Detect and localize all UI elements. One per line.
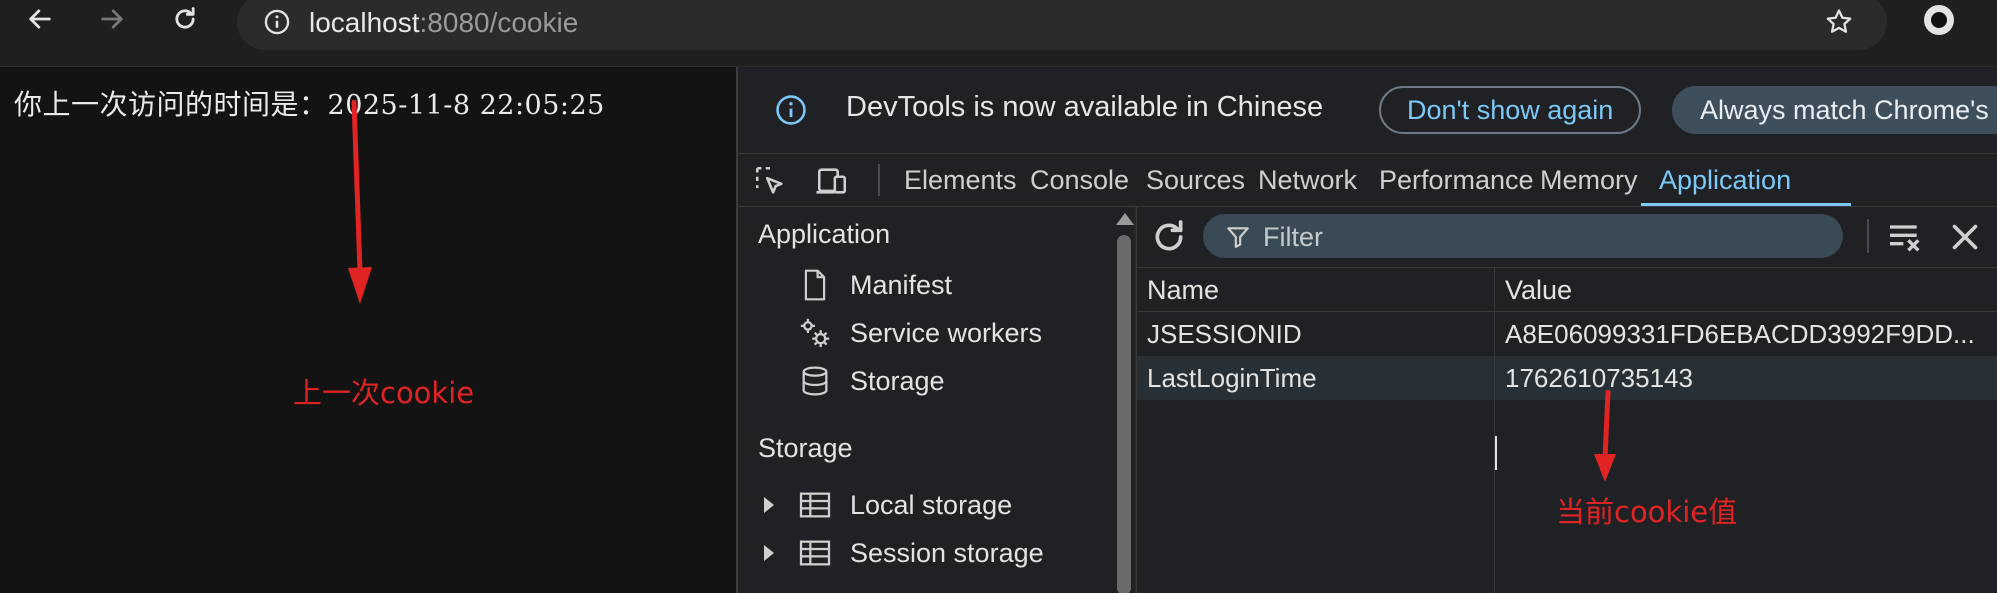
arrow-left-icon — [29, 9, 51, 29]
application-sidebar: Application Manifest Service workers Sto… — [738, 207, 1114, 593]
sidebar-item-label: Service workers — [850, 317, 1043, 348]
language-infobar: DevTools is now available in Chinese Don… — [738, 67, 1997, 154]
column-divider[interactable] — [1494, 268, 1495, 593]
infobar-message: DevTools is now available in Chinese — [846, 91, 1324, 123]
cell-value: 1762610735143 — [1505, 363, 1693, 393]
tab-network[interactable]: Network — [1258, 154, 1357, 206]
cell-value: A8E06099331FD6EBACDD3992F9DD... — [1505, 319, 1975, 349]
sidebar-item-label: Local storage — [850, 489, 1013, 520]
table-row[interactable]: JSESSIONID A8E06099331FD6EBACDD3992F9DD.… — [1137, 312, 1997, 356]
column-header-name[interactable]: Name — [1137, 268, 1494, 312]
profile-button[interactable] — [1921, 2, 1957, 38]
filter-box[interactable] — [1203, 214, 1843, 258]
address-bar[interactable]: localhost:8080/cookie — [237, 0, 1887, 50]
sidebar-item-storage[interactable]: Storage — [798, 361, 945, 401]
cookies-toolbar — [1137, 207, 1997, 268]
tab-application[interactable]: Application — [1640, 154, 1852, 206]
refresh-icon[interactable] — [1149, 217, 1189, 257]
toolbar-separator — [1867, 219, 1869, 253]
sidebar-item-manifest[interactable]: Manifest — [798, 265, 952, 305]
last-visit-label: 你上一次访问的时间是： — [14, 88, 328, 121]
browser-toolbar: localhost:8080/cookie — [0, 0, 1997, 67]
reload-icon — [175, 7, 195, 29]
back-button[interactable] — [18, 0, 62, 38]
toolbar-separator — [878, 164, 880, 196]
document-icon — [798, 268, 832, 302]
tab-elements[interactable]: Elements — [904, 154, 1017, 206]
arrow-right-icon — [101, 9, 123, 29]
tab-memory[interactable]: Memory — [1540, 154, 1638, 206]
forward-button[interactable] — [90, 0, 134, 38]
profile-icon — [1924, 5, 1954, 35]
filter-input[interactable] — [1261, 218, 1825, 256]
text-cursor — [1495, 436, 1497, 470]
inspect-element-icon[interactable] — [752, 164, 788, 198]
scroll-thumb[interactable] — [1117, 235, 1131, 593]
table-row[interactable]: LastLoginTime 1762610735143 — [1137, 356, 1997, 400]
tab-sources[interactable]: Sources — [1146, 154, 1245, 206]
always-match-button[interactable]: Always match Chrome's — [1672, 86, 1997, 134]
scroll-up-arrow[interactable] — [1116, 213, 1134, 225]
devtools-panel: DevTools is now available in Chinese Don… — [736, 67, 1997, 593]
cookies-panel: Name Value JSESSIONID A8E06099331FD6EBAC… — [1136, 207, 1997, 593]
database-icon — [798, 364, 832, 398]
cell-name: JSESSIONID — [1147, 319, 1302, 349]
table-icon — [798, 488, 832, 522]
sidebar-item-session-storage[interactable]: Session storage — [764, 533, 1044, 573]
sidebar-item-local-storage[interactable]: Local storage — [764, 485, 1013, 525]
annotation-arrow-current — [1594, 390, 1616, 482]
tab-performance[interactable]: Performance — [1379, 154, 1534, 206]
bookmark-star-button[interactable] — [1819, 2, 1859, 42]
expand-triangle-icon[interactable] — [764, 545, 774, 561]
annotation-current-cookie-value: 当前cookie值 — [1556, 495, 1738, 529]
devtools-tabbar: Elements Console Sources Network Perform… — [738, 154, 1997, 207]
clear-all-cookies-icon[interactable] — [1885, 217, 1925, 257]
last-visit-text: 你上一次访问的时间是：2025-11-8 22:05:25 — [14, 83, 605, 123]
sidebar-header-application: Application — [758, 219, 891, 249]
sidebar-item-label: Storage — [850, 365, 945, 396]
sidebar-scrollbar[interactable] — [1114, 207, 1134, 593]
url-text[interactable]: localhost:8080/cookie — [309, 5, 578, 41]
filter-funnel-icon — [1227, 227, 1249, 248]
column-header-value[interactable]: Value — [1495, 268, 1997, 312]
tab-console[interactable]: Console — [1030, 154, 1129, 206]
sidebar-item-label: Manifest — [850, 269, 953, 300]
annotation-previous-cookie: 上一次cookie — [293, 376, 475, 410]
close-icon[interactable] — [1947, 219, 1983, 255]
cell-name: LastLoginTime — [1147, 363, 1317, 393]
cookies-table: Name Value JSESSIONID A8E06099331FD6EBAC… — [1137, 268, 1997, 593]
info-icon — [264, 9, 290, 35]
device-toolbar-icon[interactable] — [814, 164, 850, 198]
info-icon — [776, 95, 806, 125]
annotation-arrow-previous — [348, 100, 372, 304]
sidebar-item-label: Session storage — [850, 537, 1044, 568]
table-icon — [798, 536, 832, 570]
sidebar-header-storage: Storage — [758, 433, 853, 463]
star-icon — [1826, 9, 1852, 33]
site-info-button[interactable] — [255, 0, 299, 44]
reload-button[interactable] — [163, 0, 207, 38]
dont-show-again-button[interactable]: Don't show again — [1379, 86, 1642, 134]
sidebar-item-service-workers[interactable]: Service workers — [798, 313, 1042, 353]
expand-triangle-icon[interactable] — [764, 497, 774, 513]
gears-icon — [798, 316, 832, 350]
